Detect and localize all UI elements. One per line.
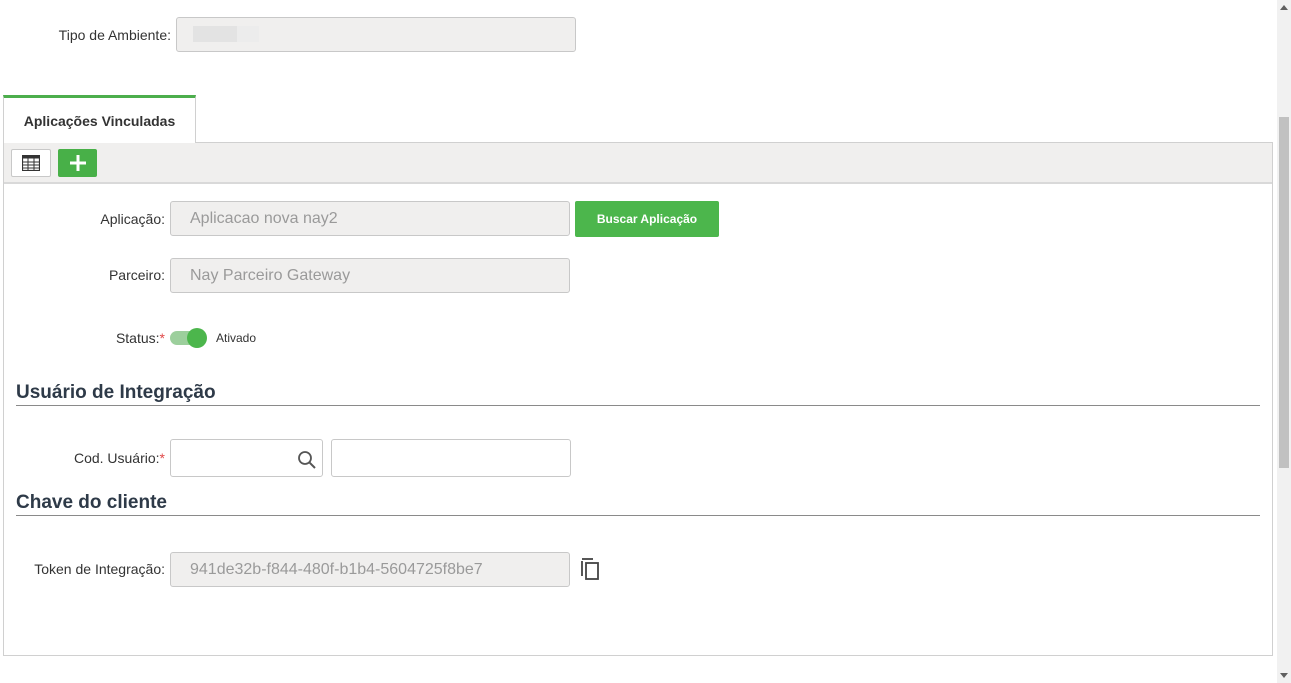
add-button[interactable] [58, 149, 97, 177]
scroll-thumb[interactable] [1279, 117, 1289, 468]
search-icon[interactable] [297, 450, 317, 470]
aplicacao-field[interactable]: Aplicacao nova nay2 [170, 201, 570, 236]
cod-usuario-label-text: Cod. Usuário: [73, 450, 160, 466]
tipo-ambiente-label: Tipo de Ambiente: [58, 27, 171, 43]
status-label-text: Status: [115, 330, 160, 346]
status-value: Ativado [216, 331, 257, 345]
scroll-up-arrow-icon[interactable] [1280, 5, 1288, 10]
token-field[interactable]: 941de32b-f844-480f-b1b4-5604725f8be7 [170, 552, 570, 587]
table-grid-icon [22, 155, 40, 171]
usuario-name-input[interactable] [331, 439, 571, 477]
redacted-value [193, 26, 259, 42]
token-label: Token de Integração: [34, 561, 165, 577]
chave-section-divider [16, 515, 1260, 516]
required-mark: * [159, 450, 165, 466]
tab-aplicacoes-vinculadas[interactable]: Aplicações Vinculadas [3, 95, 196, 143]
aplicacao-label: Aplicação: [100, 211, 165, 227]
vertical-scrollbar[interactable] [1277, 0, 1291, 683]
status-label: Status:* [116, 330, 165, 346]
scroll-down-arrow-icon[interactable] [1280, 673, 1288, 678]
copy-icon[interactable] [579, 557, 601, 581]
toolbar [4, 143, 1272, 184]
parceiro-field[interactable]: Nay Parceiro Gateway [170, 258, 570, 293]
status-toggle[interactable] [170, 328, 208, 348]
toggle-knob [187, 328, 207, 348]
buscar-aplicacao-button[interactable]: Buscar Aplicação [575, 201, 719, 237]
parceiro-label: Parceiro: [108, 267, 165, 283]
tipo-ambiente-field[interactable] [176, 17, 576, 52]
plus-icon [69, 155, 86, 171]
required-mark: * [159, 330, 165, 346]
grid-view-button[interactable] [11, 149, 51, 177]
usuario-section-title: Usuário de Integração [16, 382, 216, 403]
cod-usuario-label: Cod. Usuário:* [74, 450, 165, 466]
chave-section-title: Chave do cliente [16, 492, 167, 513]
usuario-section-divider [16, 405, 1260, 406]
